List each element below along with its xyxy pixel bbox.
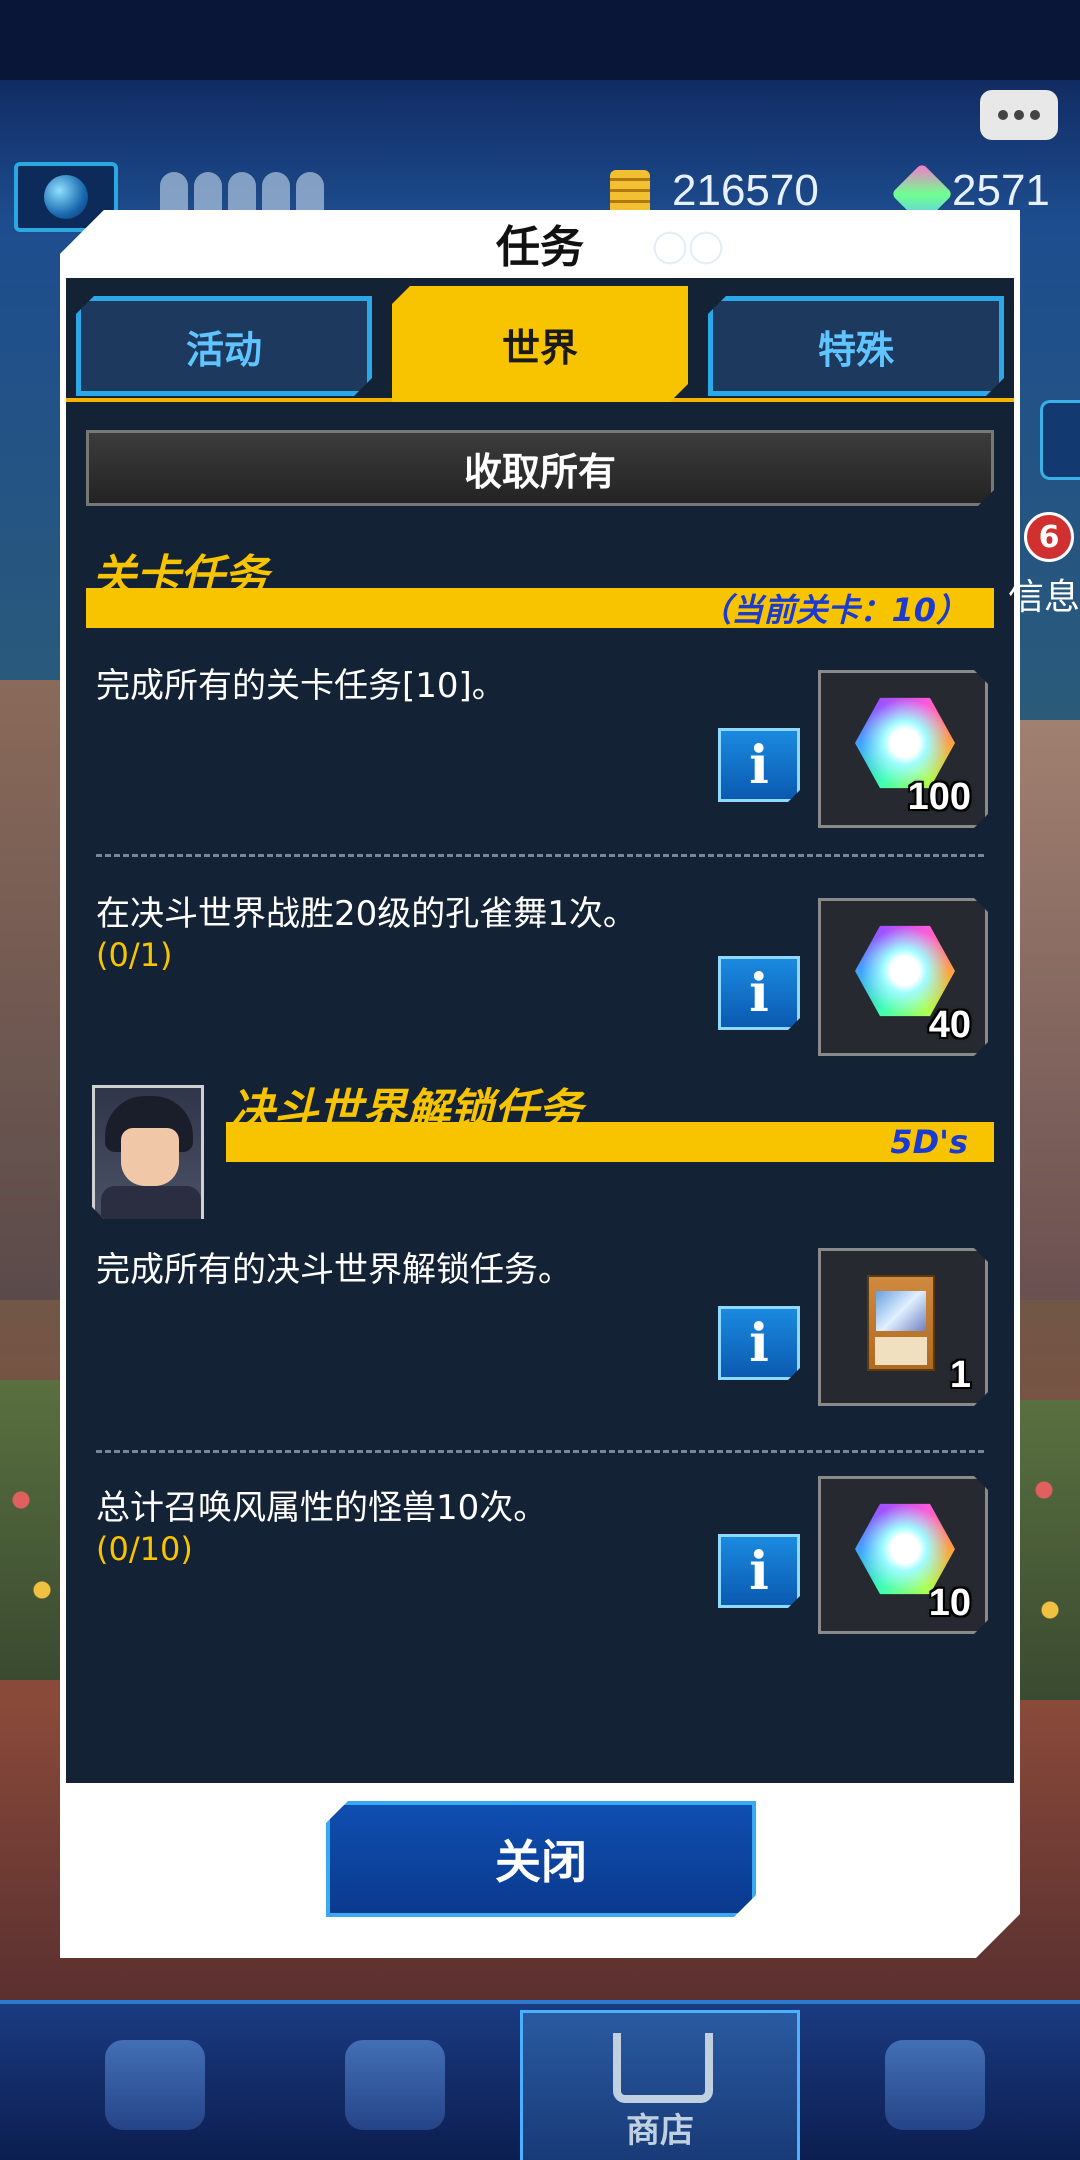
nav-duel[interactable] [320, 2020, 470, 2150]
info-icon[interactable]: i [718, 1534, 800, 1608]
tab-event[interactable]: 活动 [76, 296, 372, 396]
mission-dialog: 任务 活动 世界 特殊 收取所有 关卡任务 （当前关卡：10） 完成所有的关卡任… [60, 210, 1020, 1958]
dialog-titlebar: 任务 [60, 210, 1020, 276]
divider [96, 1450, 984, 1453]
reward-slot[interactable]: 10 [818, 1476, 988, 1634]
gold-icon [610, 170, 650, 216]
side-info-tab[interactable] [1040, 400, 1080, 480]
reward-count: 1 [949, 1354, 971, 1396]
swords-icon [345, 2040, 445, 2130]
flowers-left [0, 1380, 70, 1680]
flowers-right [1020, 1400, 1080, 1700]
task-text: 完成所有的关卡任务[10]。 [96, 666, 506, 706]
profile-gear-icon [105, 2040, 205, 2130]
side-label: 信息 [1007, 577, 1080, 618]
avatar [92, 1085, 204, 1219]
card-icon [867, 1275, 935, 1371]
building-right [1020, 720, 1080, 1300]
building-left [0, 680, 70, 1300]
tab-bar: 活动 世界 特殊 [66, 278, 1014, 402]
bottom-nav: 商店 [0, 2000, 1080, 2160]
reward-count: 100 [907, 776, 971, 818]
gold-amount: 216570 [672, 166, 819, 215]
shop-cart-icon [613, 2033, 713, 2103]
task-text: 总计召唤风属性的怪兽10次。 [96, 1488, 548, 1528]
reward-slot[interactable]: 40 [818, 898, 988, 1056]
collect-all-button[interactable]: 收取所有 [86, 430, 994, 506]
task-text: 完成所有的决斗世界解锁任务。 [96, 1250, 572, 1290]
tab-world[interactable]: 世界 [392, 286, 688, 402]
nav-deck[interactable] [860, 2020, 1010, 2150]
reward-slot[interactable]: 100 [818, 670, 988, 828]
chat-icon[interactable] [980, 90, 1058, 140]
close-button[interactable]: 关闭 [326, 1801, 756, 1917]
dialog-title: 任务 [496, 222, 584, 273]
shop-label: 商店 [626, 2111, 694, 2151]
divider [96, 854, 984, 857]
mission-panel: 活动 世界 特殊 收取所有 关卡任务 （当前关卡：10） 完成所有的关卡任务[1… [66, 278, 1014, 1783]
reward-count: 40 [928, 1004, 971, 1046]
tab-special[interactable]: 特殊 [708, 296, 1004, 396]
notification-badge: 6 [1024, 512, 1074, 562]
info-icon[interactable]: i [718, 728, 800, 802]
reward-count: 10 [928, 1582, 971, 1624]
info-icon[interactable]: i [718, 956, 800, 1030]
section-header-bar: 5D's [226, 1122, 994, 1162]
reward-slot[interactable]: 1 [818, 1248, 988, 1406]
hex-deco [650, 228, 810, 268]
cards-icon [885, 2040, 985, 2130]
task-progress: (0/1) [96, 936, 173, 974]
section-subtitle: 5D's [890, 1123, 968, 1161]
section-header-bar: （当前关卡：10） [86, 588, 994, 628]
nav-profile[interactable] [80, 2020, 230, 2150]
nav-shop[interactable]: 商店 [520, 2010, 800, 2160]
top-stripe [0, 0, 1080, 80]
task-progress: (0/10) [96, 1530, 193, 1568]
info-icon[interactable]: i [718, 1306, 800, 1380]
section-subtitle: （当前关卡：10） [699, 591, 968, 629]
gem-amount: 2571 [952, 166, 1050, 215]
task-text: 在决斗世界战胜20级的孔雀舞1次。 [96, 894, 637, 934]
